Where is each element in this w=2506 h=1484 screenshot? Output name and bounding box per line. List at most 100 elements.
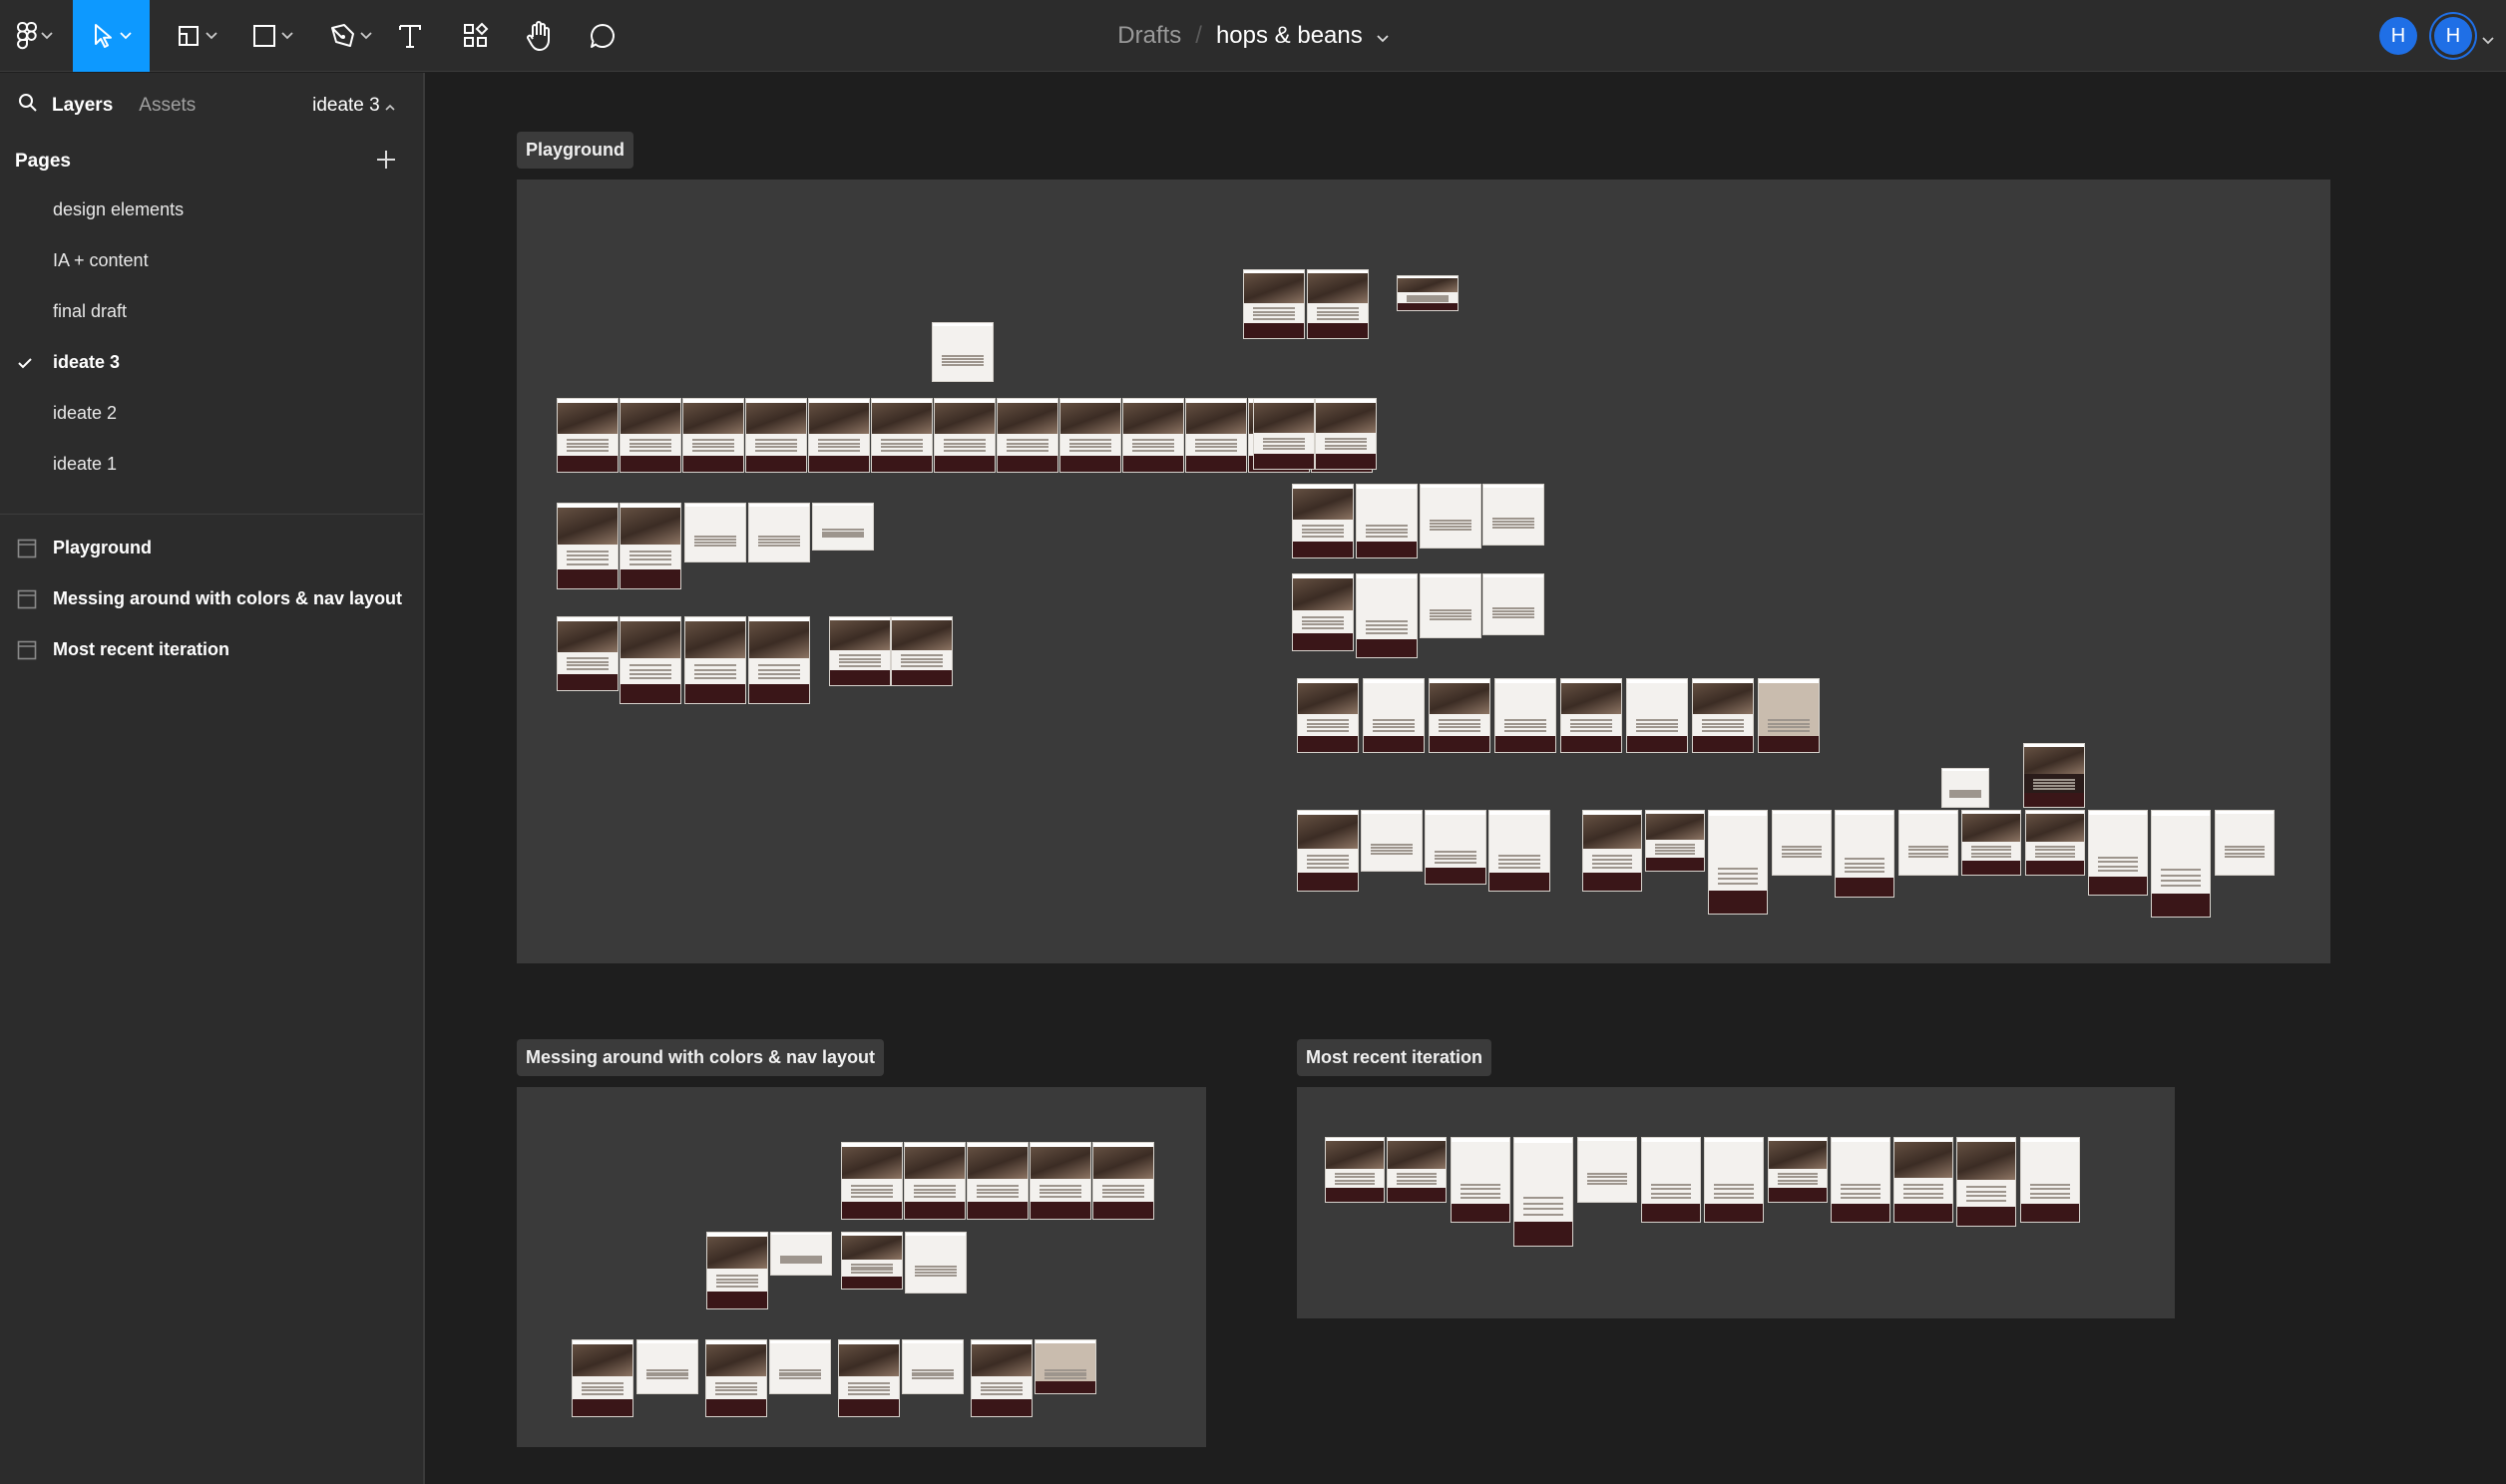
page-thumbnail[interactable]: [682, 398, 744, 473]
page-thumbnail[interactable]: [1292, 573, 1354, 651]
page-thumbnail[interactable]: [1363, 678, 1425, 753]
page-thumbnail[interactable]: [902, 1339, 964, 1394]
page-item-ideate-2[interactable]: ideate 2: [0, 388, 423, 439]
page-thumbnail[interactable]: [871, 398, 933, 473]
page-thumbnail[interactable]: [838, 1339, 900, 1417]
page-thumbnail[interactable]: [904, 1142, 966, 1220]
page-thumbnail[interactable]: [967, 1142, 1029, 1220]
page-thumbnail[interactable]: [841, 1232, 903, 1290]
page-thumbnail[interactable]: [2020, 1137, 2080, 1223]
page-thumbnail[interactable]: [1513, 1137, 1573, 1247]
comment-tool-button[interactable]: [579, 0, 626, 72]
page-thumbnail[interactable]: [705, 1339, 767, 1417]
text-tool-button[interactable]: [389, 0, 431, 72]
frame-label-most-recent-iteration[interactable]: Most recent iteration: [1297, 1039, 1492, 1076]
page-thumbnail[interactable]: [1941, 768, 1989, 808]
page-thumbnail[interactable]: [620, 616, 681, 704]
file-name[interactable]: hops & beans: [1216, 22, 1363, 50]
frame-tool-button[interactable]: [164, 0, 229, 72]
page-thumbnail[interactable]: [1626, 678, 1688, 753]
layer-item-playground[interactable]: Playground: [0, 523, 423, 573]
page-thumbnail[interactable]: [1768, 1137, 1828, 1203]
page-thumbnail[interactable]: [1835, 810, 1894, 898]
breadcrumb-folder[interactable]: Drafts: [1117, 22, 1181, 50]
page-thumbnail[interactable]: [829, 616, 891, 686]
page-thumbnail[interactable]: [1482, 484, 1544, 546]
page-thumbnail[interactable]: [1582, 810, 1642, 892]
page-thumbnail[interactable]: [997, 398, 1058, 473]
page-thumbnail[interactable]: [636, 1339, 698, 1394]
avatar-current-user[interactable]: H: [2434, 17, 2472, 55]
page-thumbnail[interactable]: [1641, 1137, 1701, 1223]
page-thumbnail[interactable]: [1420, 573, 1481, 638]
frame-messing-around[interactable]: [517, 1087, 1206, 1447]
shape-tool-button[interactable]: [239, 0, 305, 72]
page-item-ia-content[interactable]: IA + content: [0, 235, 423, 286]
page-thumbnail[interactable]: [1030, 1142, 1091, 1220]
page-thumbnail[interactable]: [770, 1232, 832, 1276]
page-thumbnail[interactable]: [1297, 810, 1359, 892]
page-thumbnail[interactable]: [1122, 398, 1184, 473]
page-thumbnail[interactable]: [2088, 810, 2148, 896]
page-thumbnail[interactable]: [557, 616, 619, 691]
page-thumbnail[interactable]: [2151, 810, 2211, 918]
chevron-down-icon[interactable]: [2482, 32, 2494, 50]
page-thumbnail[interactable]: [2023, 743, 2085, 808]
page-thumbnail[interactable]: [2215, 810, 2275, 876]
page-thumbnail[interactable]: [557, 398, 619, 473]
page-thumbnail[interactable]: [684, 616, 746, 704]
page-thumbnail[interactable]: [1577, 1137, 1637, 1203]
page-thumbnail[interactable]: [812, 503, 874, 551]
tab-assets[interactable]: Assets: [139, 95, 196, 117]
page-thumbnail[interactable]: [1704, 1137, 1764, 1223]
resources-button[interactable]: [453, 0, 499, 72]
page-thumbnail[interactable]: [1292, 484, 1354, 558]
frame-playground[interactable]: [517, 180, 2330, 963]
page-thumbnail[interactable]: [1397, 275, 1459, 311]
canvas[interactable]: Playground Messing around with colors & …: [427, 73, 2506, 1484]
page-thumbnail[interactable]: [1772, 810, 1832, 876]
page-thumbnail[interactable]: [620, 503, 681, 589]
frame-label-playground[interactable]: Playground: [517, 132, 634, 169]
page-thumbnail[interactable]: [1956, 1137, 2016, 1227]
hand-tool-button[interactable]: [515, 0, 563, 72]
page-thumbnail[interactable]: [1494, 678, 1556, 753]
add-page-icon[interactable]: [375, 149, 397, 177]
page-thumbnail[interactable]: [1560, 678, 1622, 753]
chevron-down-icon[interactable]: [1377, 22, 1389, 50]
page-item-design-elements[interactable]: design elements: [0, 185, 423, 235]
tab-layers[interactable]: Layers: [52, 95, 113, 117]
page-thumbnail[interactable]: [1307, 269, 1369, 339]
page-item-ideate-1[interactable]: ideate 1: [0, 439, 423, 490]
page-thumbnail[interactable]: [1425, 810, 1486, 885]
page-thumbnail[interactable]: [1315, 398, 1377, 470]
page-thumbnail[interactable]: [1898, 810, 1958, 876]
frame-label-messing-around[interactable]: Messing around with colors & nav layout: [517, 1039, 885, 1076]
page-thumbnail[interactable]: [1758, 678, 1820, 753]
page-thumbnail[interactable]: [971, 1339, 1033, 1417]
page-thumbnail[interactable]: [1253, 398, 1315, 470]
layer-item-messing-around[interactable]: Messing around with colors & nav layout: [0, 573, 423, 624]
page-thumbnail[interactable]: [1325, 1137, 1385, 1203]
page-thumbnail[interactable]: [1356, 573, 1418, 658]
page-thumbnail[interactable]: [1035, 1339, 1096, 1394]
page-thumbnail[interactable]: [748, 503, 810, 562]
page-thumbnail[interactable]: [905, 1232, 967, 1294]
frame-most-recent-iteration[interactable]: [1297, 1087, 2175, 1318]
page-thumbnail[interactable]: [684, 503, 746, 562]
page-thumbnail[interactable]: [1451, 1137, 1510, 1223]
page-thumbnail[interactable]: [557, 503, 619, 589]
page-thumbnail[interactable]: [1297, 678, 1359, 753]
page-thumbnail[interactable]: [748, 616, 810, 704]
page-thumbnail[interactable]: [1961, 810, 2021, 876]
page-thumbnail[interactable]: [620, 398, 681, 473]
move-tool-button[interactable]: [73, 0, 150, 72]
main-menu-button[interactable]: [4, 0, 66, 72]
page-thumbnail[interactable]: [1488, 810, 1550, 892]
page-thumbnail[interactable]: [932, 322, 994, 382]
page-thumbnail[interactable]: [1185, 398, 1247, 473]
search-icon[interactable]: [18, 93, 38, 119]
page-item-ideate-3[interactable]: ideate 3: [0, 337, 423, 388]
page-thumbnail[interactable]: [1243, 269, 1305, 339]
page-thumbnail[interactable]: [1831, 1137, 1890, 1223]
